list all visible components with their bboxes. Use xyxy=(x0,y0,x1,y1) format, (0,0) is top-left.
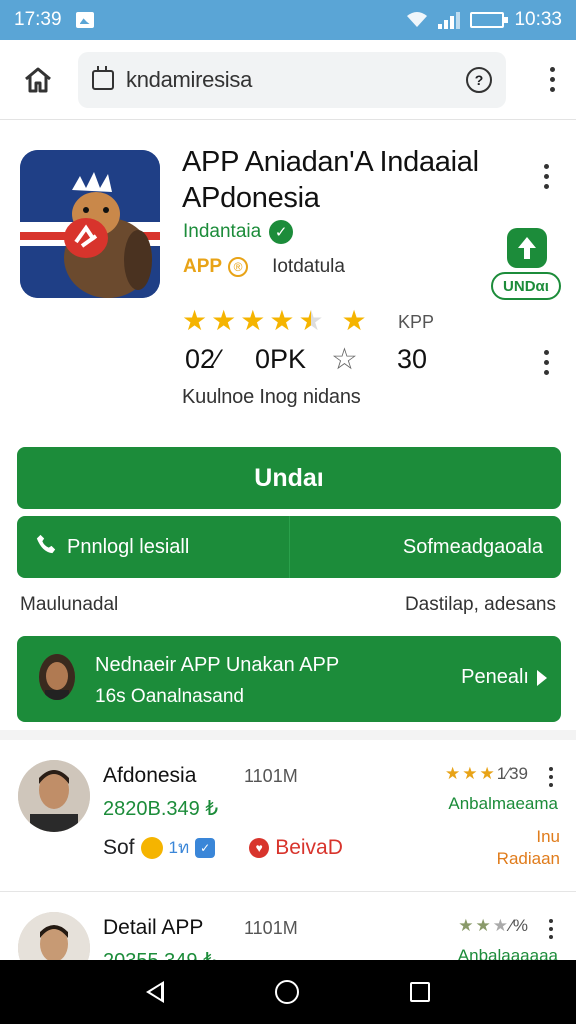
recent-apps-icon[interactable] xyxy=(410,982,431,1002)
star-icon: ★ xyxy=(182,305,208,336)
call-action-button[interactable]: Pnnlogl lesiall xyxy=(17,516,289,578)
home-icon xyxy=(25,67,51,92)
status-time-right: 10:33 xyxy=(514,9,562,30)
wifi-icon xyxy=(407,12,428,27)
star-icon: ★ xyxy=(462,764,478,783)
reviewer-name: Detail APP xyxy=(103,916,204,939)
red-tag[interactable]: ♥ BeivaD xyxy=(249,836,343,860)
red-tag-label: BeivaD xyxy=(275,835,343,859)
review-points: 2820B.349 ₺ xyxy=(103,798,219,820)
secondary-action-button[interactable]: Sofmeadgaoala xyxy=(289,516,561,578)
url-text[interactable]: kndamiresisa xyxy=(126,67,466,93)
phone-icon xyxy=(35,533,57,561)
update-arrow-icon[interactable] xyxy=(507,228,547,268)
review-menu-button[interactable] xyxy=(544,916,558,942)
heart-icon: ♥ xyxy=(249,837,270,858)
avatar xyxy=(18,760,90,832)
system-nav-bar xyxy=(0,960,576,1024)
home-button[interactable] xyxy=(12,54,64,106)
star-icon: ★ xyxy=(445,764,461,783)
promo-banner[interactable]: Nednaeir APP Unakan APP 16s Oanalnasand … xyxy=(17,636,561,722)
sub-label-left: Maulunadal xyxy=(20,594,119,615)
update-badge[interactable]: UNDαι xyxy=(491,272,561,300)
review-status: Inu Radiaan xyxy=(497,826,560,870)
back-icon[interactable] xyxy=(145,981,164,1003)
coin-icon: ® xyxy=(228,257,249,277)
reviewer-name: Afdonesia xyxy=(103,764,197,787)
rating-stars: ★ ★ ★ ★ ★ ★ xyxy=(182,306,367,336)
app-description: Kuulnoe Inog nidans xyxy=(182,386,361,408)
promo-title: Nednaeir APP Unakan APP xyxy=(95,654,340,676)
stat-value: 0PK xyxy=(255,344,307,374)
call-action-label: Pnnlogl lesiall xyxy=(67,535,190,558)
review-footer-badge-text: 1ท xyxy=(168,838,190,857)
emoji-icon xyxy=(140,836,163,859)
stats-row: 02⁄ 0PK ☆ 30 xyxy=(185,342,457,377)
review-rating: ★ ★ ★ ⁄% xyxy=(458,916,528,936)
tab-icon[interactable] xyxy=(92,65,114,90)
stat-value: 30 xyxy=(397,344,428,374)
status-time-left: 17:39 xyxy=(14,9,62,30)
chevron-right-icon xyxy=(537,669,547,686)
app-category: Iotdatula xyxy=(272,256,345,277)
app-title: APP Aniadan'A Indaaial APdonesia xyxy=(182,146,479,214)
star-outline-icon: ☆ xyxy=(331,343,358,376)
home-nav-icon[interactable] xyxy=(274,980,299,1004)
status-bar: 17:39 10:33 xyxy=(0,0,576,40)
review-rating: ★ ★ ★ 1⁄39 xyxy=(445,764,528,784)
review-footer: Sof 1ท ✓ ♥ BeivaD xyxy=(103,834,343,861)
star-icon: ★ xyxy=(269,305,295,336)
review-rating-text: 1⁄39 xyxy=(496,764,528,783)
review-footer-text: Sof xyxy=(103,835,135,859)
review-tag: Anbalmaeama xyxy=(448,794,558,813)
verified-icon: ✓ xyxy=(269,220,294,244)
review-menu-button[interactable] xyxy=(544,764,558,790)
battery-icon xyxy=(470,12,509,28)
install-button[interactable]: Undaı xyxy=(17,447,561,509)
promo-subtitle: 16s Oanalnasand xyxy=(95,686,244,707)
stats-overflow-menu-button[interactable] xyxy=(534,342,558,382)
review-item[interactable]: Afdonesia 1101M 2820B.349 ₺ ★ ★ ★ 1⁄39 A… xyxy=(0,742,576,892)
sub-label-right: Dastilap, adesans xyxy=(404,594,556,615)
review-rating-text: ⁄% xyxy=(510,916,528,935)
stat-value: 02⁄ xyxy=(185,344,220,374)
url-bar[interactable]: kndamiresisa ? xyxy=(78,51,506,108)
avatar xyxy=(39,654,75,700)
secondary-action-label: Sofmeadgaoala xyxy=(402,535,543,558)
app-badge: APP xyxy=(183,256,223,277)
developer-row: Indantaia ✓ xyxy=(183,220,294,244)
reload-icon[interactable]: ? xyxy=(466,66,492,93)
browser-toolbar: kndamiresisa ? xyxy=(0,40,576,120)
review-date: 1101M xyxy=(244,766,298,786)
app-meta-row: APP ® Iotdatula xyxy=(183,256,345,278)
signal-icon xyxy=(438,11,461,29)
star-icon: ★ xyxy=(458,916,474,935)
promo-action-label: Penealı xyxy=(461,666,529,688)
section-divider xyxy=(0,730,576,740)
star-icon: ★ xyxy=(211,305,237,336)
star-icon: ★ xyxy=(479,764,495,783)
star-icon: ★ xyxy=(240,305,266,336)
app-header: APP Aniadan'A Indaaial APdonesia Indanta… xyxy=(0,130,576,440)
review-date: 1101M xyxy=(244,918,298,938)
browser-menu-button[interactable] xyxy=(540,60,564,100)
image-notification-icon xyxy=(75,12,94,28)
star-check-icon: ★ xyxy=(341,305,367,336)
star-icon: ★ xyxy=(475,916,491,935)
rating-label: KPP xyxy=(398,312,435,332)
badge-icon: ✓ xyxy=(195,837,216,858)
review-status-line2: Radiaan xyxy=(496,849,560,868)
split-action-buttons: Pnnlogl lesiall Sofmeadgaoala xyxy=(17,516,561,578)
half-star-icon: ★ xyxy=(298,305,324,336)
app-overflow-menu-button[interactable] xyxy=(534,156,558,196)
review-status-line1: Inu xyxy=(536,827,560,846)
developer-name[interactable]: Indantaia xyxy=(183,221,261,243)
action-sub-labels: Maulunadal Dastilap, adesans xyxy=(20,594,556,616)
star-icon: ★ xyxy=(492,916,509,935)
promo-action-link[interactable]: Penealı xyxy=(461,666,547,689)
app-icon xyxy=(20,150,160,298)
